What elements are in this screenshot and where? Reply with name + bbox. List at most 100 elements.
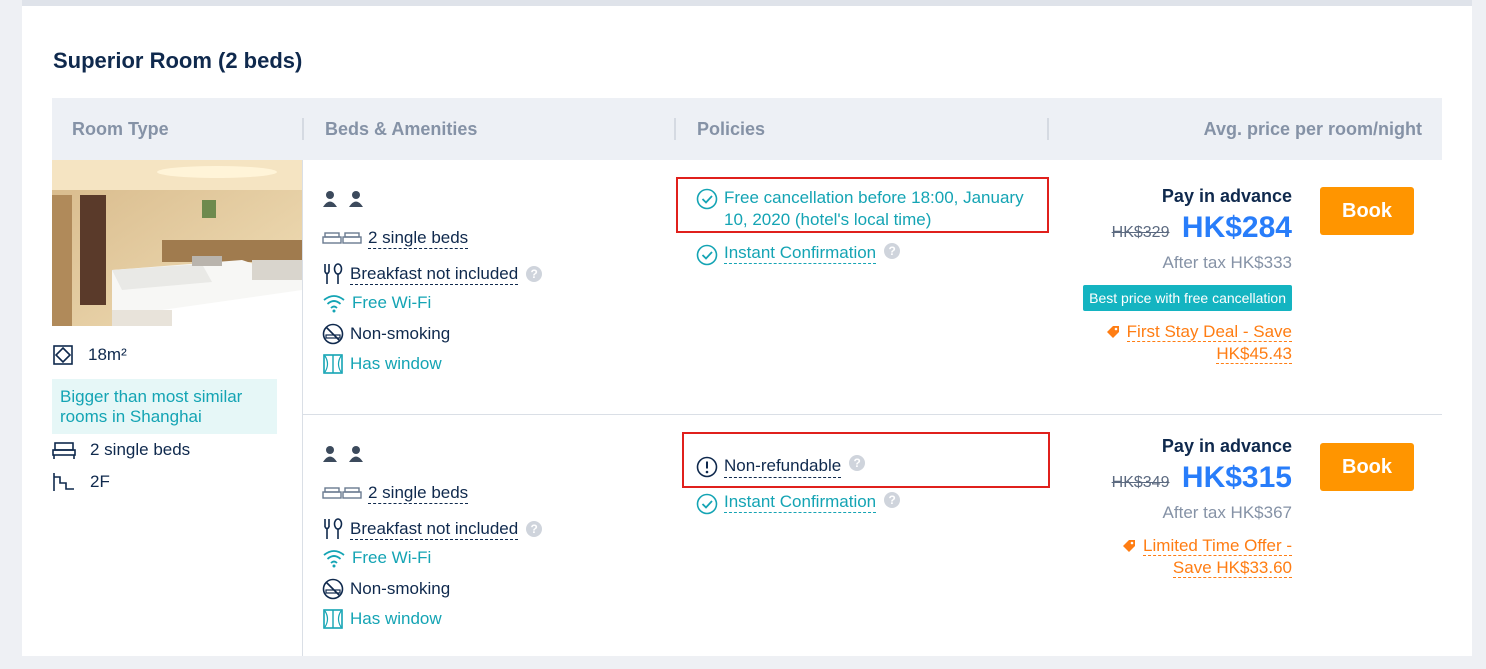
option-2-instant-confirmation[interactable]: Instant Confirmation ? — [696, 492, 1041, 515]
option-2-breakfast-label: Breakfast not included — [350, 518, 519, 540]
alert-circle-icon — [696, 456, 718, 478]
no-smoking-icon — [322, 323, 344, 345]
option-1-wifi-label: Free Wi-Fi — [352, 293, 432, 312]
option-1-instant-confirmation[interactable]: Instant Confirmation ? — [696, 243, 1041, 266]
bed-icon — [322, 486, 362, 499]
room-size-icon — [53, 345, 73, 365]
guest-icon — [323, 446, 337, 462]
option-1-breakfast-label: Breakfast not included — [350, 263, 519, 285]
option-1-beds-label: 2 single beds — [368, 228, 469, 249]
tag-icon — [1107, 326, 1119, 338]
room-size: 18m² — [52, 344, 127, 366]
help-icon[interactable]: ? — [526, 266, 543, 282]
pay-in-advance-label: Pay in advance — [1161, 436, 1292, 456]
option-2-price: Pay in advance HK$349 HK$315 After tax H… — [992, 436, 1292, 579]
option-2-beds[interactable]: 2 single beds — [322, 483, 469, 504]
bed-icon — [52, 442, 76, 459]
price-row: HK$349 HK$315 — [992, 461, 1292, 495]
guest-icon — [349, 446, 363, 462]
pay-in-advance-label: Pay in advance — [1161, 186, 1292, 206]
option-1-breakfast[interactable]: Breakfast not included ? — [322, 262, 543, 286]
room-floor: 2F — [52, 471, 110, 493]
room-highlight-badge: Bigger than most similar rooms in Shangh… — [52, 379, 277, 434]
room-size-value: 18m² — [88, 345, 127, 364]
header-beds-amenities: Beds & Amenities — [325, 119, 478, 139]
best-price-badge: Best price with free cancellation — [1083, 285, 1292, 311]
option-1-window: Has window — [322, 353, 442, 375]
room-beds: 2 single beds — [52, 440, 190, 460]
bed-icon — [322, 231, 362, 244]
help-icon[interactable]: ? — [526, 521, 543, 537]
option-2-beds-label: 2 single beds — [368, 483, 469, 504]
option-1-beds[interactable]: 2 single beds — [322, 228, 469, 249]
option-2-smoking: Non-smoking — [322, 578, 450, 600]
option-2-breakfast[interactable]: Breakfast not included ? — [322, 517, 543, 541]
book-button[interactable]: Book — [1320, 443, 1414, 491]
header-divider — [1047, 118, 1049, 140]
original-price: HK$329 — [1111, 224, 1170, 241]
header-divider — [674, 118, 676, 140]
option-1-policies: Free cancellation before 18:00, January … — [696, 187, 1041, 266]
option-2-confirmation-label: Instant Confirmation — [724, 492, 877, 513]
header-divider — [302, 118, 304, 140]
guest-icon — [323, 191, 337, 207]
deal-line-2: HK$45.43 — [1216, 344, 1292, 364]
option-2-refund-label: Non-refundable — [724, 455, 842, 478]
help-icon[interactable]: ? — [849, 455, 866, 471]
after-tax-price: After tax HK$367 — [1162, 503, 1292, 522]
book-button[interactable]: Book — [1320, 187, 1414, 235]
wifi-icon — [323, 550, 345, 568]
room-title: Superior Room (2 beds) — [53, 48, 303, 73]
row-divider — [303, 414, 1442, 415]
option-1-wifi: Free Wi-Fi — [322, 293, 431, 313]
header-price: Avg. price per room/night — [1203, 119, 1422, 139]
column-divider — [302, 160, 303, 656]
room-floor-value: 2F — [90, 472, 110, 491]
header-policies: Policies — [697, 119, 766, 139]
header-room-type: Room Type — [72, 119, 169, 139]
option-2-wifi-label: Free Wi-Fi — [352, 548, 432, 567]
guest-capacity — [322, 190, 370, 208]
fork-knife-icon — [324, 518, 343, 539]
floor-icon — [53, 473, 74, 491]
deal-line-2: Save HK$33.60 — [1172, 558, 1292, 578]
table-header: Room Type Beds & Amenities Policies Avg.… — [52, 98, 1442, 160]
deal-label[interactable]: Limited Time Offer - Save HK$33.60 — [992, 535, 1292, 579]
room-photo[interactable] — [52, 160, 302, 326]
option-1-window-label: Has window — [350, 354, 442, 373]
option-2-window: Has window — [322, 608, 442, 630]
room-beds-value: 2 single beds — [90, 440, 191, 459]
current-price: HK$315 — [1181, 461, 1292, 494]
deal-line-1: Limited Time Offer - — [1143, 536, 1292, 556]
current-price: HK$284 — [1181, 211, 1292, 244]
after-tax-price: After tax HK$333 — [1162, 253, 1292, 272]
deal-line-1: First Stay Deal - Save — [1126, 322, 1292, 342]
price-row: HK$329 HK$284 — [992, 211, 1292, 245]
original-price: HK$349 — [1111, 474, 1170, 491]
option-1-confirmation-label: Instant Confirmation — [724, 243, 877, 264]
option-2-smoking-label: Non-smoking — [350, 579, 451, 598]
option-2-refund-policy[interactable]: Non-refundable ? — [696, 455, 1041, 478]
wifi-icon — [323, 295, 345, 313]
option-1-smoking-label: Non-smoking — [350, 324, 451, 343]
help-icon[interactable]: ? — [884, 492, 901, 508]
option-2-wifi: Free Wi-Fi — [322, 548, 431, 568]
help-icon[interactable]: ? — [884, 243, 901, 259]
option-1-cancellation-policy[interactable]: Free cancellation before 18:00, January … — [696, 187, 1041, 231]
no-smoking-icon — [322, 578, 344, 600]
room-type-column: 18m² Bigger than most similar rooms in S… — [52, 160, 303, 656]
window-icon — [323, 609, 343, 629]
check-circle-icon — [696, 493, 718, 515]
option-1-smoking: Non-smoking — [322, 323, 450, 345]
guest-capacity — [322, 445, 370, 463]
deal-label[interactable]: First Stay Deal - Save HK$45.43 — [992, 321, 1292, 365]
option-1-price: Pay in advance HK$329 HK$284 After tax H… — [992, 186, 1292, 365]
room-card: Superior Room (2 beds) Room Type Beds & … — [22, 6, 1472, 656]
check-circle-icon — [696, 188, 718, 210]
window-icon — [323, 354, 343, 374]
option-2-policies: Non-refundable ? Instant Confirmation ? — [696, 455, 1041, 515]
guest-icon — [349, 191, 363, 207]
option-2-window-label: Has window — [350, 609, 442, 628]
fork-knife-icon — [324, 263, 343, 284]
check-circle-icon — [696, 244, 718, 266]
